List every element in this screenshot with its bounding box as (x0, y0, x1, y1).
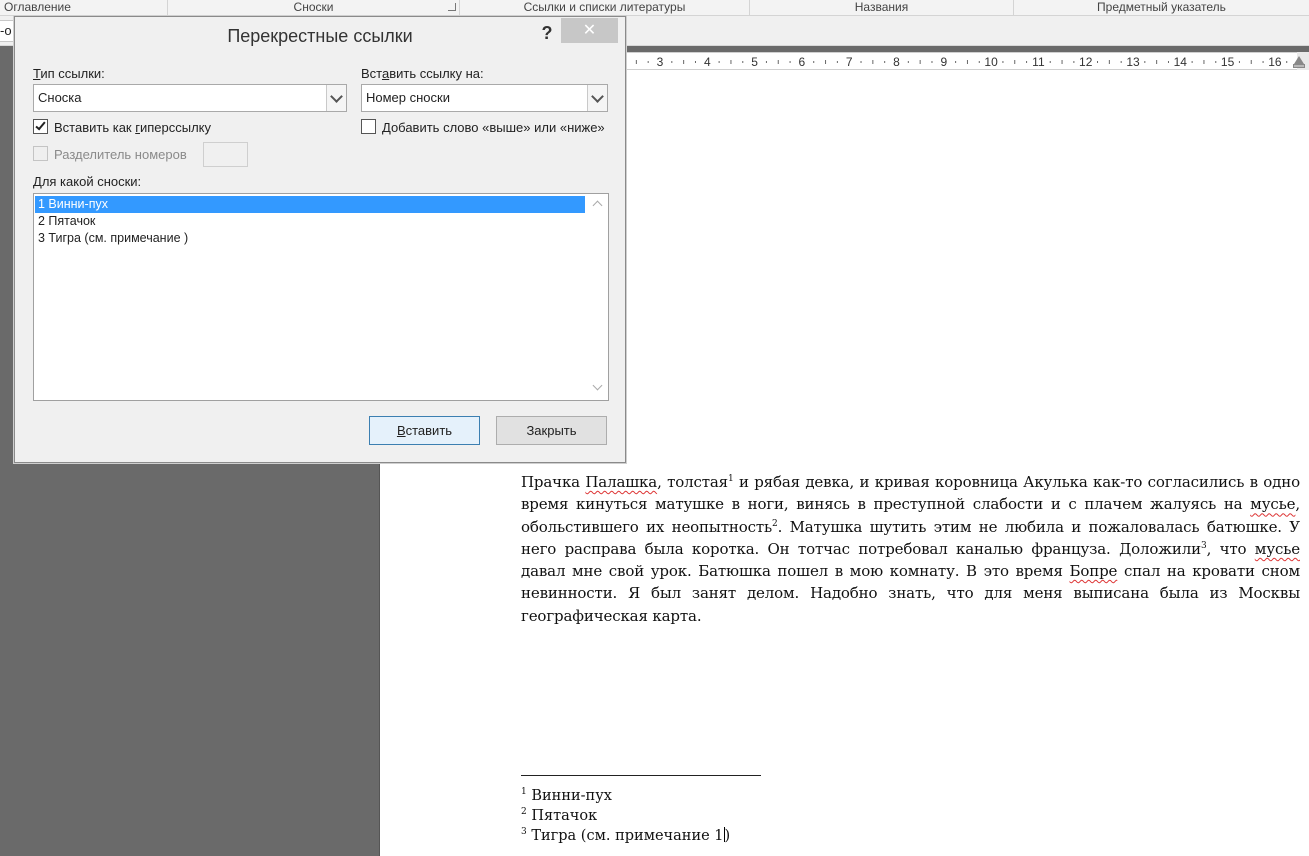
separator-checkbox-label: Разделитель номеров (54, 147, 187, 162)
spellcheck-word: Бопре (1069, 562, 1118, 581)
ribbon-group-toc: Оглавление (0, 0, 168, 16)
insert-ref-to-label: Вставить ссылку на: (361, 66, 484, 81)
insert-ref-to-select[interactable]: Номер сноски (361, 84, 608, 112)
separator-checkbox (33, 146, 48, 161)
footnote-separator (521, 775, 761, 776)
above-below-checkbox-label[interactable]: Добавить слово «выше» или «ниже» (382, 120, 605, 135)
ruler-number: 4 (704, 55, 711, 69)
dialog-title: Перекрестные ссылки (227, 26, 413, 46)
horizontal-ruler[interactable]: 3 4 5 6 7 8 9 10 11 12 13 14 15 16 (624, 52, 1309, 70)
ruler-number: 14 (1174, 55, 1188, 69)
ruler-track: 3 4 5 6 7 8 9 10 11 12 13 14 15 16 (624, 52, 1297, 70)
cross-reference-dialog: Перекрестные ссылки ? ✕ Тип ссылки: Снос… (14, 16, 626, 463)
list-item[interactable]: 1 Винни-пух (35, 196, 585, 213)
spellcheck-word: Палашка (585, 473, 658, 491)
insert-ref-to-value: Номер сноски (366, 90, 450, 105)
ref-type-select[interactable]: Сноска (33, 84, 347, 112)
ruler-number: 9 (940, 55, 947, 69)
help-icon[interactable]: ? (535, 21, 559, 45)
ribbon-group-footnotes-label: Сноски (293, 0, 334, 14)
chevron-down-icon (330, 90, 343, 103)
spellcheck-word: мусье (1250, 495, 1296, 514)
ribbon-group-citations: Ссылки и списки литературы (460, 0, 750, 16)
listbox-scrollbar[interactable] (588, 194, 608, 400)
insert-ref-to-dropdown-button[interactable] (587, 85, 607, 111)
body-paragraph[interactable]: Прачка Палашка, толстая1 и рябая девка, … (521, 471, 1300, 627)
list-item[interactable]: 2 Пятачок (35, 213, 95, 230)
ruler-number: 13 (1126, 55, 1140, 69)
ribbon-group-index: Предметный указатель (1097, 0, 1226, 14)
checkmark-icon (35, 119, 46, 131)
right-indent-marker-base[interactable] (1293, 64, 1305, 68)
scroll-down-icon[interactable] (592, 380, 603, 391)
ruler-number: 5 (751, 55, 758, 69)
ruler-ticks: 3 4 5 6 7 8 9 10 11 12 13 14 15 16 (624, 55, 1288, 69)
ruler-number: 12 (1079, 55, 1093, 69)
list-item[interactable]: 3 Тигра (см. примечание ) (35, 230, 188, 247)
ruler-number: 16 (1268, 55, 1282, 69)
for-which-label: Для какой сноски: (33, 174, 142, 189)
ruler-number: 15 (1221, 55, 1235, 69)
footnote-3[interactable]: 3 Тигра (см. примечание 1) (521, 826, 921, 846)
ref-type-label: Тип ссылки: (33, 66, 105, 81)
ruler-number: 10 (984, 55, 998, 69)
right-indent-marker-icon[interactable] (1294, 56, 1304, 64)
ribbon-group-captions: Названия (750, 0, 1014, 16)
hyperlink-checkbox[interactable] (33, 119, 48, 134)
close-icon[interactable]: ✕ (561, 18, 618, 43)
spellcheck-word: мусье (1254, 539, 1300, 558)
footnote-1[interactable]: 1 Винни-пух (521, 786, 921, 806)
close-button[interactable]: Закрыть (496, 416, 607, 445)
footnotes-area[interactable]: 1 Винни-пух 2 Пятачок 3 Тигра (см. приме… (521, 786, 921, 846)
ref-type-dropdown-button[interactable] (326, 85, 346, 111)
ribbon-group-footnotes: Сноски (168, 0, 460, 16)
ruler-number: 3 (657, 55, 664, 69)
dialog-launcher-icon[interactable] (448, 3, 456, 11)
ref-type-value: Сноска (38, 90, 82, 105)
scroll-up-icon[interactable] (592, 200, 603, 211)
footnote-2[interactable]: 2 Пятачок (521, 806, 921, 826)
chevron-down-icon (591, 90, 604, 103)
separator-input (203, 142, 248, 167)
insert-button[interactable]: Вставить (369, 416, 480, 445)
ruler-number: 7 (846, 55, 853, 69)
hyperlink-checkbox-label[interactable]: Вставить как гиперссылку (54, 120, 211, 135)
ribbon-group-labels: Оглавление Сноски Ссылки и списки литера… (0, 0, 1309, 16)
footnote-listbox[interactable]: 1 Винни-пух 2 Пятачок 3 Тигра (см. приме… (33, 193, 609, 401)
above-below-checkbox[interactable] (361, 119, 376, 134)
ruler-number: 8 (893, 55, 900, 69)
ruler-number: 11 (1032, 55, 1045, 69)
ruler-number: 6 (799, 55, 806, 69)
